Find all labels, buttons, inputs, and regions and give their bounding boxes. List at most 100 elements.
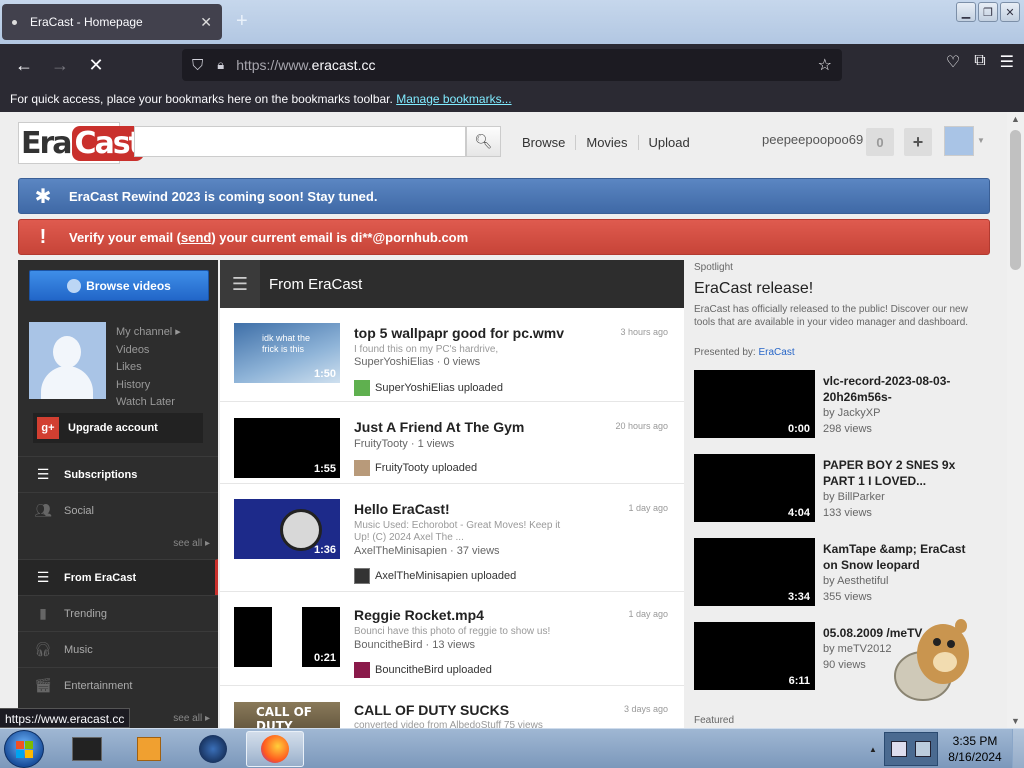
recommended-video[interactable]: 4:04 PAPER BOY 2 SNES 9x PART 1 I LOVED.… — [694, 454, 990, 524]
user-avatar[interactable] — [944, 126, 974, 156]
sidebar-item-social[interactable]: 👥︎ Social — [18, 492, 218, 528]
manage-bookmarks-link[interactable]: Manage bookmarks... — [396, 92, 511, 106]
see-all-link[interactable]: see all ▸ — [173, 538, 210, 549]
tab-eracast[interactable]: EraCast - Homepage ✕ — [2, 4, 222, 40]
sidebar-item-entertainment[interactable]: 🎬︎ Entertainment — [18, 667, 218, 703]
url-bar[interactable]: ⛉ 🔒︎ https://www.eracast.cc ☆ — [182, 49, 842, 81]
back-arrow-icon[interactable]: ← — [6, 47, 42, 83]
taskbar-app-terminal[interactable] — [58, 731, 116, 767]
video-title[interactable]: Just A Friend At The Gym — [354, 419, 524, 435]
scroll-up-icon[interactable]: ▲ — [1011, 114, 1020, 124]
rec-title[interactable]: KamTape &amp; EraCast on Snow leopard — [823, 541, 983, 573]
hamster-mascot-icon[interactable] — [885, 614, 977, 706]
forward-arrow-icon[interactable]: → — [42, 47, 78, 83]
scroll-down-icon[interactable]: ▼ — [1011, 716, 1020, 726]
browse-videos-button[interactable]: Browse videos — [29, 270, 209, 301]
rec-title[interactable]: vlc-record-2023-08-03-20h26m56s- — [823, 373, 983, 405]
feed-item[interactable]: idk what the frick is this 1:50 top 5 wa… — [220, 308, 684, 402]
network-icon[interactable] — [915, 741, 931, 757]
taskbar-app-firefox[interactable] — [246, 731, 304, 767]
see-all-link-2[interactable]: see all ▸ — [173, 713, 210, 724]
link-watch-later[interactable]: Watch Later — [116, 394, 181, 412]
video-thumbnail[interactable]: CALL OF DUTY — [234, 702, 340, 728]
rec-uploader[interactable]: by JackyXP — [823, 407, 880, 419]
recommended-video[interactable]: 0:00 vlc-record-2023-08-03-20h26m56s- by… — [694, 370, 990, 440]
feed-item[interactable]: CALL OF DUTY CALL OF DUTY SUCKS 3 days a… — [220, 686, 684, 728]
sidebar-item-subscriptions[interactable]: ☰ Subscriptions — [18, 456, 218, 492]
nav-movies[interactable]: Movies — [576, 135, 639, 150]
uploader-avatar[interactable] — [354, 460, 370, 476]
system-clock[interactable]: 3:35 PM 8/16/2024 — [942, 733, 1008, 765]
video-title[interactable]: Reggie Rocket.mp4 — [354, 607, 484, 623]
stop-loading-icon[interactable]: ✕ — [78, 47, 114, 83]
search-button[interactable]: 🔍︎ — [466, 126, 501, 157]
rec-thumbnail[interactable]: 3:34 — [694, 538, 815, 606]
presenter-link[interactable]: EraCast — [758, 347, 794, 358]
video-thumbnail[interactable]: 1:55 — [234, 418, 340, 478]
link-likes[interactable]: Likes — [116, 359, 181, 377]
uploader-text[interactable]: FruityTooty uploaded — [375, 462, 477, 474]
window-close-icon[interactable]: ✕ — [1000, 2, 1020, 22]
sidebar-item-trending[interactable]: ▮ Trending — [18, 595, 218, 631]
username[interactable]: peepeepoopoo69 — [762, 132, 863, 147]
show-hidden-icons-icon[interactable]: ▲ — [862, 729, 884, 768]
minimize-icon[interactable]: ▁ — [956, 2, 976, 22]
feed-item[interactable]: 0:21 Reggie Rocket.mp4 1 day ago Bounci … — [220, 592, 684, 686]
video-title[interactable]: top 5 wallpapr good for pc.wmv — [354, 325, 564, 341]
upgrade-account-button[interactable]: g+ Upgrade account — [33, 413, 203, 443]
video-thumbnail[interactable]: 0:21 — [234, 607, 340, 667]
avatar-dropdown-icon[interactable]: ▼ — [977, 136, 985, 145]
monitor-icon[interactable] — [891, 741, 907, 757]
rec-thumbnail[interactable]: 0:00 — [694, 370, 815, 438]
link-my-channel[interactable]: My channel ▸ — [116, 324, 181, 342]
sidebar-item-music[interactable]: 🎧︎ Music — [18, 631, 218, 667]
new-tab-plus-icon[interactable]: + — [236, 10, 248, 33]
uploader-text[interactable]: SuperYoshiElias uploaded — [375, 382, 503, 394]
uploader-text[interactable]: AxelTheMinisapien uploaded — [375, 570, 516, 582]
rec-thumbnail[interactable]: 4:04 — [694, 454, 815, 522]
pocket-icon[interactable]: ♡ — [946, 52, 960, 72]
uploader-avatar[interactable] — [354, 662, 370, 678]
lock-icon[interactable]: 🔒︎ — [217, 57, 224, 73]
taskbar-app-media-player[interactable] — [120, 731, 178, 767]
upload-plus-button[interactable]: + — [904, 128, 932, 156]
rec-title[interactable]: PAPER BOY 2 SNES 9x PART 1 I LOVED... — [823, 457, 983, 489]
eracast-logo[interactable]: Era Cast — [18, 122, 145, 164]
uploader-avatar[interactable] — [354, 568, 370, 584]
rec-uploader[interactable]: by Aesthetiful — [823, 575, 888, 587]
bookmark-star-icon[interactable]: ☆ — [818, 55, 832, 75]
rec-thumbnail[interactable]: 6:11 — [694, 622, 815, 690]
video-thumbnail[interactable]: 1:36 — [234, 499, 340, 559]
nav-upload[interactable]: Upload — [639, 135, 700, 150]
restore-icon[interactable]: ❐ — [978, 2, 998, 22]
feed-menu-icon[interactable]: ☰ — [220, 260, 260, 308]
uploader-text[interactable]: BouncitheBird uploaded — [375, 664, 492, 676]
taskbar-app-globe[interactable] — [184, 731, 242, 767]
scrollbar-thumb[interactable] — [1010, 130, 1021, 270]
link-history[interactable]: History — [116, 377, 181, 395]
rec-uploader[interactable]: by meTV2012 — [823, 643, 891, 655]
sidebar-item-from-eracast[interactable]: ☰ From EraCast — [18, 559, 218, 595]
send-verification-link[interactable]: send — [181, 230, 211, 245]
feed-item[interactable]: 1:55 Just A Friend At The Gym 20 hours a… — [220, 402, 684, 484]
uploader-avatar[interactable] — [354, 380, 370, 396]
hamburger-menu-icon[interactable]: ☰ — [1000, 52, 1014, 72]
spotlight-title[interactable]: EraCast release! — [694, 280, 813, 298]
search-input[interactable] — [134, 126, 466, 157]
page-scrollbar[interactable]: ▲ ▼ — [1007, 112, 1024, 728]
link-videos[interactable]: Videos — [116, 342, 181, 360]
recommended-video[interactable]: 3:34 KamTape &amp; EraCast on Snow leopa… — [694, 538, 990, 608]
extensions-icon[interactable]: ⧉ — [974, 52, 985, 72]
tracking-shield-icon[interactable]: ⛉ — [192, 57, 203, 74]
nav-browse[interactable]: Browse — [512, 135, 577, 150]
video-title[interactable]: Hello EraCast! — [354, 501, 450, 517]
show-desktop-button[interactable] — [1012, 729, 1024, 768]
start-button[interactable] — [4, 730, 44, 768]
notification-count[interactable]: 0 — [866, 128, 894, 156]
rec-uploader[interactable]: by BillParker — [823, 491, 885, 503]
video-title[interactable]: CALL OF DUTY SUCKS — [354, 702, 509, 718]
video-thumbnail[interactable]: idk what the frick is this 1:50 — [234, 323, 340, 383]
feed-item[interactable]: 1:36 Hello EraCast! 1 day ago Music Used… — [220, 484, 684, 592]
profile-picture[interactable] — [29, 322, 106, 399]
url-text[interactable]: https://www.eracast.cc — [236, 57, 817, 73]
